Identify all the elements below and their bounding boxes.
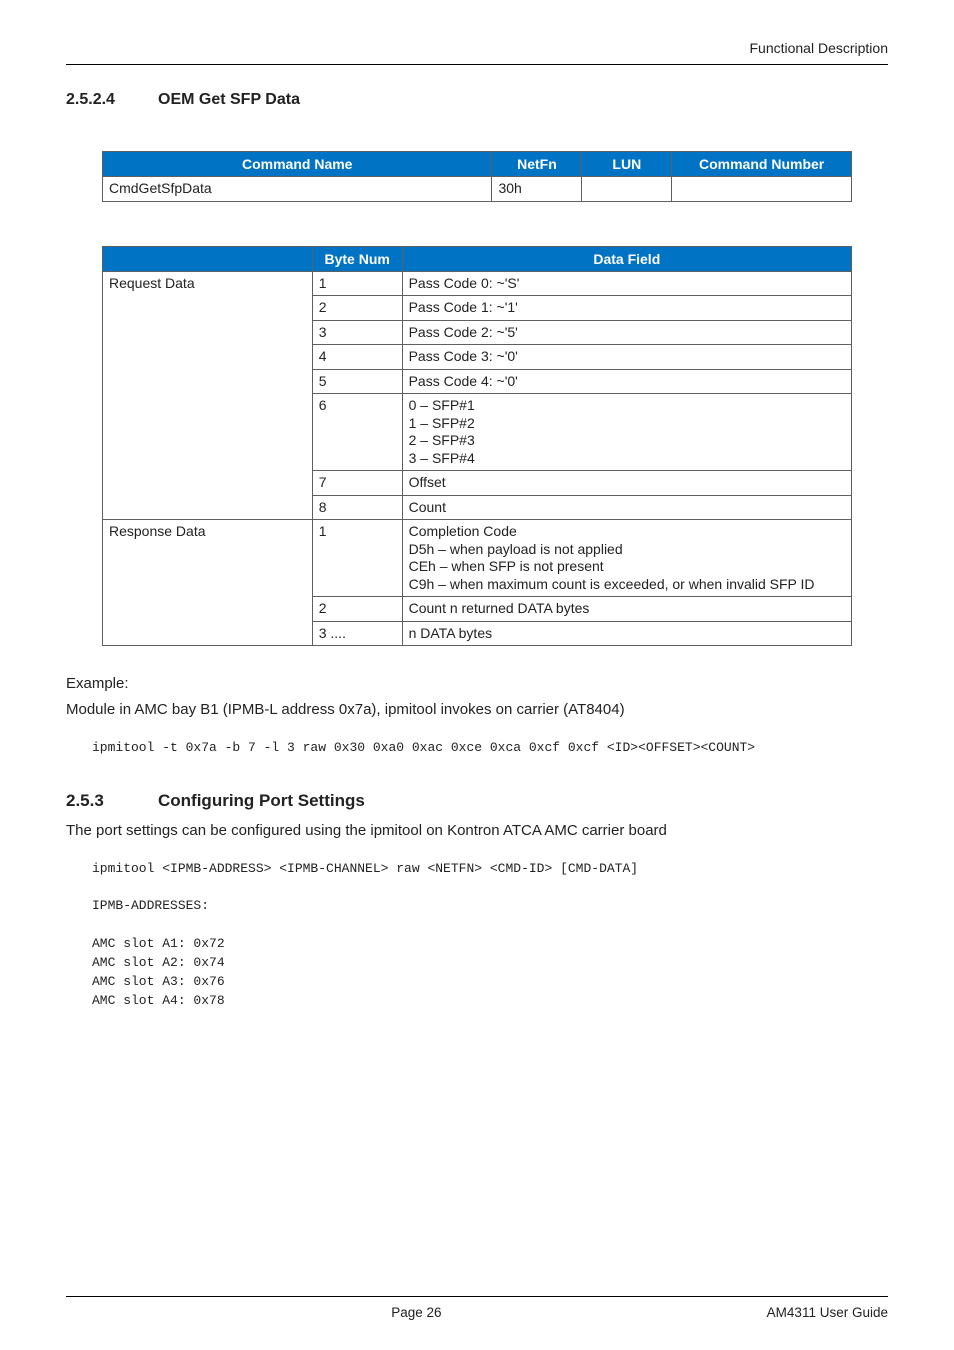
cell-field: 0 – SFP#1 1 – SFP#2 2 – SFP#3 3 – SFP#4	[402, 394, 851, 471]
cell-field: Pass Code 3: ~'0'	[402, 345, 851, 370]
cell-byte: 6	[312, 394, 402, 471]
cell-field: Completion Code D5h – when payload is no…	[402, 520, 851, 597]
table-row: CmdGetSfpData 30h	[103, 177, 852, 202]
cell-cmdnum	[672, 177, 852, 202]
cell-cmd-name: CmdGetSfpData	[103, 177, 492, 202]
cell-byte: 2	[312, 597, 402, 622]
page-footer: Page 26 AM4311 User Guide	[66, 1296, 888, 1320]
th-command-number: Command Number	[672, 152, 852, 177]
th-command-name: Command Name	[103, 152, 492, 177]
heading-port-settings: 2.5.3 Configuring Port Settings	[66, 791, 888, 811]
th-lun: LUN	[582, 152, 672, 177]
heading-number: 2.5.2.4	[66, 91, 158, 109]
heading-title: Configuring Port Settings	[158, 791, 365, 811]
table-row: Request Data 1 Pass Code 0: ~'S'	[103, 271, 852, 296]
cell-field: Pass Code 4: ~'0'	[402, 369, 851, 394]
heading-oem-get-sfp: 2.5.2.4 OEM Get SFP Data	[66, 91, 888, 109]
th-data-field: Data Field	[402, 246, 851, 271]
cell-field: Pass Code 0: ~'S'	[402, 271, 851, 296]
request-response-table: Byte Num Data Field Request Data 1 Pass …	[102, 246, 852, 647]
cell-byte: 4	[312, 345, 402, 370]
heading-number: 2.5.3	[66, 791, 158, 811]
cell-byte: 7	[312, 471, 402, 496]
running-header: Functional Description	[66, 40, 888, 65]
example-code: ipmitool -t 0x7a -b 7 -l 3 raw 0x30 0xa0…	[92, 739, 888, 758]
th-byte-num: Byte Num	[312, 246, 402, 271]
example-text: Module in AMC bay B1 (IPMB-L address 0x7…	[66, 700, 888, 720]
cell-lun	[582, 177, 672, 202]
cell-byte: 3	[312, 320, 402, 345]
port-intro: The port settings can be configured usin…	[66, 821, 888, 841]
footer-right: AM4311 User Guide	[767, 1305, 888, 1320]
cell-netfn: 30h	[492, 177, 582, 202]
cell-field: Pass Code 1: ~'1'	[402, 296, 851, 321]
cell-field: Count	[402, 495, 851, 520]
port-code: ipmitool <IPMB-ADDRESS> <IPMB-CHANNEL> r…	[92, 860, 888, 1011]
cell-byte: 2	[312, 296, 402, 321]
cell-byte: 8	[312, 495, 402, 520]
cell-field: Offset	[402, 471, 851, 496]
th-netfn: NetFn	[492, 152, 582, 177]
cell-byte: 1	[312, 271, 402, 296]
th-blank	[103, 246, 313, 271]
cell-field: Pass Code 2: ~'5'	[402, 320, 851, 345]
table-row: Response Data 1 Completion Code D5h – wh…	[103, 520, 852, 597]
cell-group-label: Request Data	[103, 271, 313, 520]
footer-center: Page 26	[391, 1305, 441, 1320]
example-label: Example:	[66, 674, 888, 694]
command-table: Command Name NetFn LUN Command Number Cm…	[102, 151, 852, 202]
cell-byte: 3 ....	[312, 621, 402, 646]
cell-byte: 1	[312, 520, 402, 597]
heading-title: OEM Get SFP Data	[158, 91, 300, 109]
cell-field: Count n returned DATA bytes	[402, 597, 851, 622]
cell-byte: 5	[312, 369, 402, 394]
cell-field: n DATA bytes	[402, 621, 851, 646]
cell-group-label: Response Data	[103, 520, 313, 646]
